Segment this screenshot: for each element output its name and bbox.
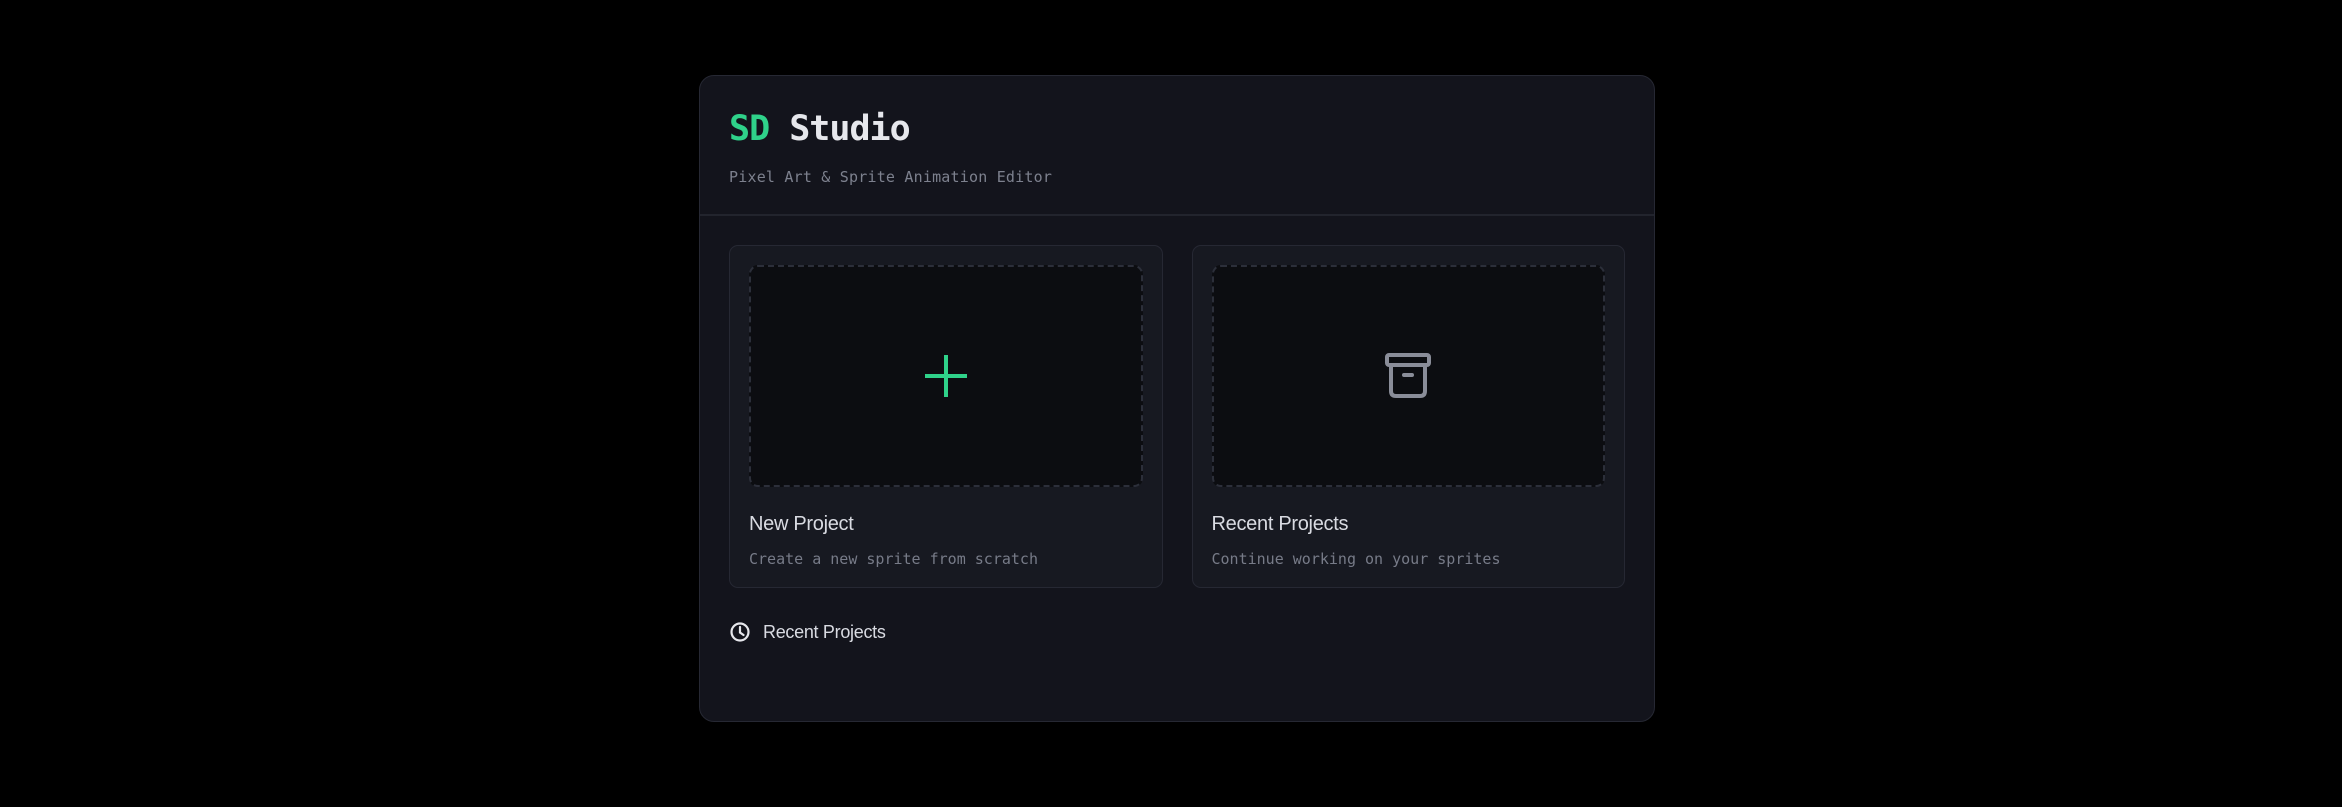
start-panel: SD Studio Pixel Art & Sprite Animation E…: [699, 75, 1655, 722]
new-project-preview: [749, 265, 1143, 487]
recent-projects-title: Recent Projects: [1211, 513, 1349, 535]
app-title-accent: SD: [729, 109, 770, 149]
recent-projects-heading: Recent Projects: [763, 621, 886, 642]
new-project-description: Create a new sprite from scratch: [749, 550, 1038, 568]
archive-box-icon: [1385, 353, 1432, 398]
plus-icon: [924, 355, 967, 397]
recent-projects-card[interactable]: Recent Projects Continue working on your…: [1191, 245, 1625, 588]
recent-projects-preview: [1211, 265, 1605, 487]
app-subtitle: Pixel Art & Sprite Animation Editor: [729, 168, 1053, 186]
panel-header: SD Studio Pixel Art & Sprite Animation E…: [700, 76, 1654, 216]
app-title: SD Studio: [729, 108, 1625, 150]
recent-projects-description: Continue working on your sprites: [1211, 550, 1501, 568]
new-project-card[interactable]: New Project Create a new sprite from scr…: [729, 245, 1163, 588]
clock-icon: [730, 622, 750, 642]
app-title-main: Studio: [789, 109, 910, 149]
new-project-title: New Project: [749, 513, 854, 535]
recent-projects-section: Recent Projects: [729, 621, 886, 643]
action-cards: New Project Create a new sprite from scr…: [729, 245, 1625, 588]
